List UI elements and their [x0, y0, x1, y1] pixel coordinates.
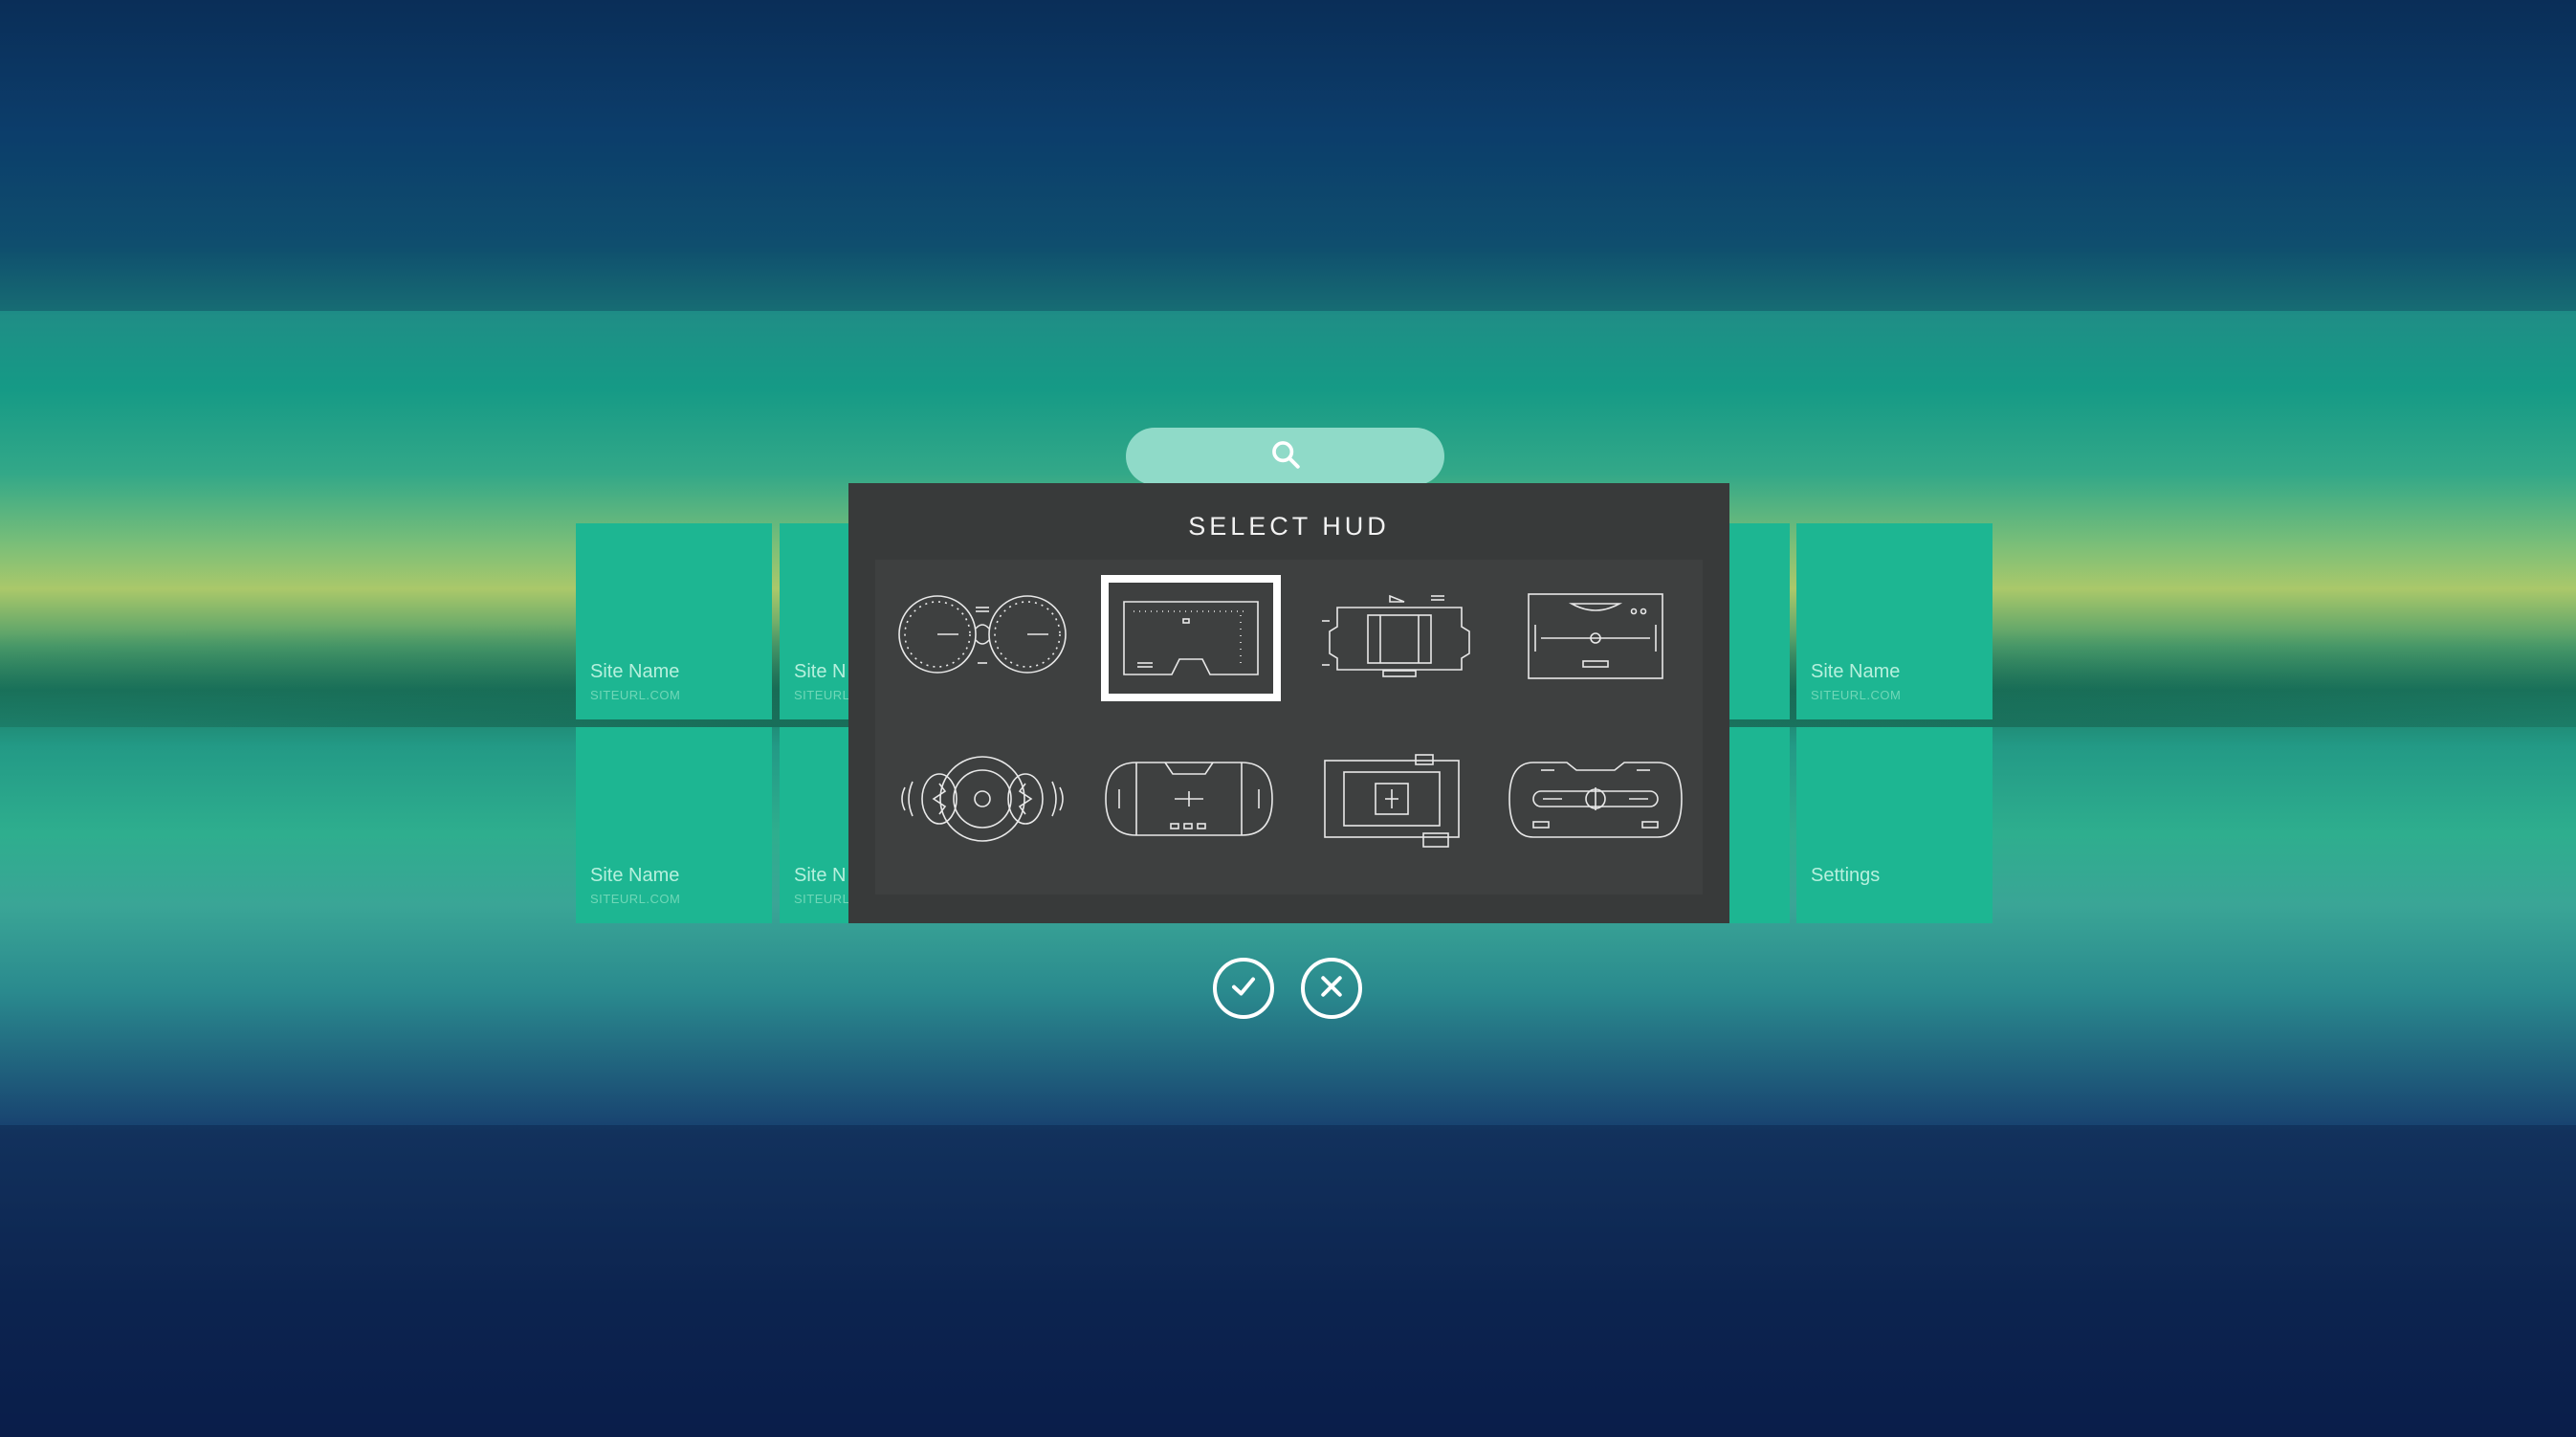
close-icon: [1317, 972, 1346, 1006]
settings-tile[interactable]: Settings: [1796, 727, 1993, 923]
dialog-title: SELECT HUD: [1188, 512, 1390, 541]
hud-option-cockpit-panel[interactable]: [1304, 569, 1495, 703]
site-url: SITEURL.COM: [590, 688, 681, 702]
horizon-screen-icon: [1528, 593, 1663, 679]
site-tile[interactable]: Site N SITEURL.: [780, 523, 848, 719]
hud-option-dual-gauges[interactable]: [887, 569, 1078, 703]
hud-option-capsule-console[interactable]: [1093, 732, 1285, 866]
site-url: SITEURL.COM: [590, 892, 681, 906]
controller-bar-icon: [1508, 762, 1683, 838]
site-tile[interactable]: Site N SITEURL.: [780, 727, 848, 923]
hud-option-target-box[interactable]: [1296, 732, 1487, 866]
hud-options-grid: [875, 560, 1703, 895]
site-name: Site N: [794, 865, 847, 886]
water-backdrop: [0, 1125, 2576, 1437]
search-icon: [1269, 438, 1302, 475]
visor-frame-icon: [1123, 601, 1259, 675]
site-url: SITEURL.: [794, 892, 848, 906]
check-icon: [1229, 972, 1258, 1006]
search-bar[interactable]: [1126, 428, 1444, 485]
site-url: SITEURL.: [794, 688, 848, 702]
settings-label: Settings: [1811, 865, 1881, 886]
target-box-icon: [1324, 754, 1460, 848]
hud-option-round-cluster[interactable]: [887, 732, 1078, 866]
site-tile[interactable]: Site Name SITEURL.COM: [1796, 523, 1993, 719]
round-cluster-icon: [901, 756, 1064, 842]
dual-gauges-icon: [898, 595, 1067, 674]
hud-option-controller-bar[interactable]: [1500, 732, 1691, 866]
site-tile-partial[interactable]: [1729, 523, 1790, 719]
site-name: Site Name: [590, 661, 680, 682]
sky-backdrop: [0, 0, 2576, 311]
site-tile[interactable]: Site Name SITEURL.COM: [576, 523, 772, 719]
capsule-console-icon: [1105, 762, 1273, 836]
confirm-button[interactable]: [1213, 958, 1274, 1019]
site-url: SITEURL.COM: [1811, 688, 1902, 702]
select-hud-dialog: SELECT HUD: [848, 483, 1729, 923]
hud-option-horizon-screen[interactable]: [1500, 569, 1691, 703]
cockpit-panel-icon: [1322, 594, 1470, 677]
site-tile-partial[interactable]: [1729, 727, 1790, 923]
cancel-button[interactable]: [1301, 958, 1362, 1019]
site-name: Site Name: [1811, 661, 1901, 682]
site-tile[interactable]: Site Name SITEURL.COM: [576, 727, 772, 923]
hud-option-visor-frame[interactable]: [1101, 575, 1281, 701]
site-name: Site N: [794, 661, 847, 682]
site-name: Site Name: [590, 865, 680, 886]
